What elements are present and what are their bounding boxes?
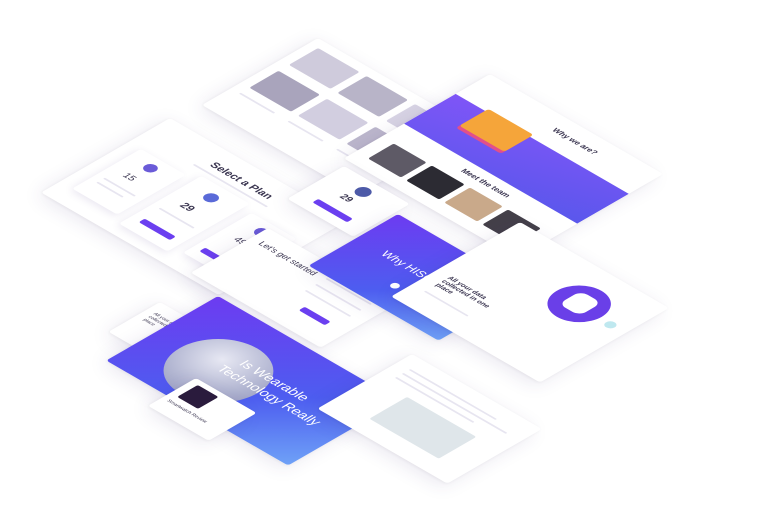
contact-title: Let's get started	[256, 239, 320, 277]
select-standard-button[interactable]	[138, 218, 176, 241]
play-icon[interactable]	[388, 281, 402, 290]
contact-submit-button[interactable]	[298, 306, 331, 326]
why-title: Why we are?	[549, 126, 600, 156]
data-title: All your data collected in one place	[433, 275, 492, 310]
price-standard: 29	[176, 201, 198, 214]
mockup-stage: Select a Plan 15 29 49 Why we are? Meet …	[0, 0, 758, 528]
price-basic: 15	[119, 171, 139, 183]
blog-thumbnail	[177, 384, 219, 409]
popup-price: 29	[336, 192, 356, 204]
